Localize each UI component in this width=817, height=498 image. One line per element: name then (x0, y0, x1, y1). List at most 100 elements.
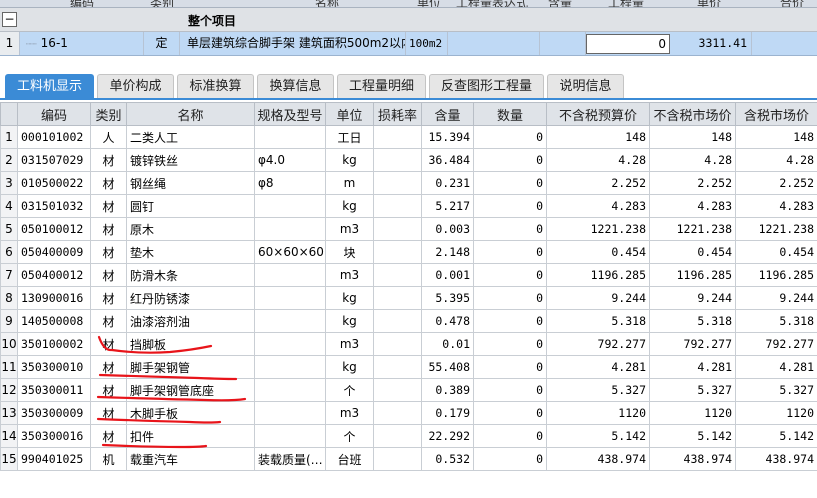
tax-market-price-cell[interactable]: 1221.238 (735, 217, 817, 241)
loss-rate-cell[interactable] (373, 171, 422, 195)
name-cell[interactable]: 油漆溶剂油 (126, 309, 255, 333)
market-price-cell[interactable]: 0.454 (649, 240, 736, 264)
table-row[interactable]: 12 350300011 材脚手架钢管底座个 0.389 0 5.327 5.327 5.32… (0, 378, 817, 402)
col-header[interactable]: 不含税预算价 (546, 102, 650, 126)
unit-cell[interactable]: 个 (325, 378, 374, 402)
spec-cell[interactable]: φ8 (254, 171, 326, 195)
code-cell[interactable]: 050400012 (17, 263, 91, 287)
budget-price-cell[interactable]: 4.281 (546, 355, 650, 379)
unit-cell[interactable]: kg (325, 194, 374, 218)
market-price-cell[interactable]: 1120 (649, 401, 736, 425)
tab-conversion-info[interactable]: 换算信息 (257, 74, 334, 98)
market-price-cell[interactable]: 9.244 (649, 286, 736, 310)
table-row[interactable]: 1 000101002 人二类人工 工日 15.394 0 148 148 148 (0, 125, 817, 149)
category-cell[interactable]: 材 (90, 355, 127, 379)
name-cell[interactable]: 载重汽车 (126, 447, 255, 471)
content-cell[interactable]: 0.01 (421, 332, 474, 356)
spec-cell[interactable] (254, 309, 326, 333)
loss-rate-cell[interactable] (373, 355, 422, 379)
table-row[interactable]: 15 990401025 机载重汽车 装载质量(… 台班 0.532 0 438.974 438… (0, 447, 817, 471)
category-cell[interactable]: 材 (90, 194, 127, 218)
spec-cell[interactable] (254, 332, 326, 356)
budget-price-cell[interactable]: 9.244 (546, 286, 650, 310)
budget-price-cell[interactable]: 4.28 (546, 148, 650, 172)
content-cell[interactable]: 0.389 (421, 378, 474, 402)
category-cell[interactable]: 材 (90, 171, 127, 195)
content-cell[interactable]: 5.395 (421, 286, 474, 310)
budget-price-cell[interactable]: 148 (546, 125, 650, 149)
quantity-cell[interactable]: 0 (473, 286, 547, 310)
content-cell[interactable]: 36.484 (421, 148, 474, 172)
code-cell[interactable]: 031501032 (17, 194, 91, 218)
table-row[interactable]: 4 031501032 材圆钉 kg 5.217 0 4.283 4.283 4.283 (0, 194, 817, 218)
tax-market-price-cell[interactable]: 1120 (735, 401, 817, 425)
spec-cell[interactable] (254, 125, 326, 149)
quantity-cell[interactable]: 0 (473, 194, 547, 218)
content-cell[interactable]: 0.478 (421, 309, 474, 333)
unit-cell[interactable]: m (325, 171, 374, 195)
tax-market-price-cell[interactable]: 5.327 (735, 378, 817, 402)
code-cell[interactable]: 031507029 (17, 148, 91, 172)
content-cell[interactable]: 0.532 (421, 447, 474, 471)
unit-cell[interactable]: kg (325, 286, 374, 310)
category-cell[interactable]: 材 (90, 401, 127, 425)
col-header[interactable]: 损耗率 (373, 102, 422, 126)
loss-rate-cell[interactable] (373, 332, 422, 356)
market-price-cell[interactable]: 148 (649, 125, 736, 149)
unit-cell[interactable]: 块 (325, 240, 374, 264)
loss-rate-cell[interactable] (373, 378, 422, 402)
table-row[interactable]: 13 350300009 材木脚手板 m3 0.179 0 1120 1120 1120 (0, 401, 817, 425)
loss-rate-cell[interactable] (373, 217, 422, 241)
col-header[interactable]: 编码 (17, 102, 91, 126)
market-price-cell[interactable]: 4.28 (649, 148, 736, 172)
content-cell[interactable]: 2.148 (421, 240, 474, 264)
category-cell[interactable]: 材 (90, 332, 127, 356)
tab-reverse-lookup[interactable]: 反查图形工程量 (429, 74, 544, 98)
budget-price-cell[interactable]: 2.252 (546, 171, 650, 195)
code-cell[interactable]: 350100002 (17, 332, 91, 356)
quantity-cell[interactable]: 0 (473, 171, 547, 195)
spec-cell[interactable] (254, 401, 326, 425)
unit-cell[interactable]: kg (325, 148, 374, 172)
code-cell[interactable]: 050400009 (17, 240, 91, 264)
name-cell[interactable]: 二类人工 (126, 125, 255, 149)
unit-cell[interactable]: m3 (325, 263, 374, 287)
name-cell[interactable]: 圆钉 (126, 194, 255, 218)
loss-rate-cell[interactable] (373, 240, 422, 264)
tax-market-price-cell[interactable]: 0.454 (735, 240, 817, 264)
unit-cell[interactable]: kg (325, 309, 374, 333)
unit-cell[interactable]: 个 (325, 424, 374, 448)
name-cell[interactable]: 脚手架钢管 (126, 355, 255, 379)
unit-cell[interactable]: m3 (325, 401, 374, 425)
loss-rate-cell[interactable] (373, 286, 422, 310)
code-cell[interactable]: 990401025 (17, 447, 91, 471)
tax-market-price-cell[interactable]: 5.318 (735, 309, 817, 333)
quantity-cell[interactable]: 0 (473, 125, 547, 149)
group-row[interactable]: − 整个项目 (0, 8, 817, 32)
col-header[interactable]: 名称 (126, 102, 255, 126)
budget-price-cell[interactable]: 5.327 (546, 378, 650, 402)
tax-market-price-cell[interactable]: 9.244 (735, 286, 817, 310)
quota-expression-cell[interactable] (448, 32, 540, 55)
spec-cell[interactable] (254, 378, 326, 402)
tab-description[interactable]: 说明信息 (547, 74, 624, 98)
budget-price-cell[interactable]: 5.318 (546, 309, 650, 333)
loss-rate-cell[interactable] (373, 148, 422, 172)
loss-rate-cell[interactable] (373, 194, 422, 218)
market-price-cell[interactable]: 1221.238 (649, 217, 736, 241)
code-cell[interactable]: 350300016 (17, 424, 91, 448)
col-header[interactable]: 单位 (325, 102, 374, 126)
budget-price-cell[interactable]: 1221.238 (546, 217, 650, 241)
tab-material-display[interactable]: 工料机显示 (5, 74, 94, 98)
category-cell[interactable]: 材 (90, 309, 127, 333)
name-cell[interactable]: 垫木 (126, 240, 255, 264)
quota-quantity-input[interactable]: 0 (586, 34, 670, 54)
tax-market-price-cell[interactable]: 4.283 (735, 194, 817, 218)
table-row[interactable]: 11 350300010 材脚手架钢管 kg 55.408 0 4.281 4.281 4.28… (0, 355, 817, 379)
quota-code-cell[interactable]: ┈┈ 16-1 (20, 32, 144, 55)
name-cell[interactable]: 镀锌铁丝 (126, 148, 255, 172)
spec-cell[interactable] (254, 355, 326, 379)
budget-price-cell[interactable]: 0.454 (546, 240, 650, 264)
quantity-cell[interactable]: 0 (473, 309, 547, 333)
budget-price-cell[interactable]: 5.142 (546, 424, 650, 448)
